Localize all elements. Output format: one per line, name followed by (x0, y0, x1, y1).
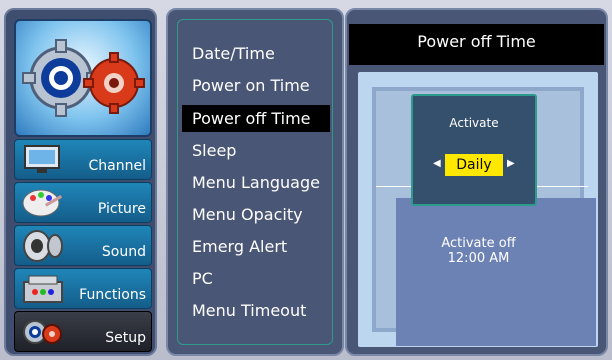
status-line-activate: Activate off (441, 236, 516, 251)
menu-item-menu-opacity[interactable]: Menu Opacity (192, 205, 303, 224)
setup-menu-list: Date/Time Power on Time Power off Time S… (177, 19, 333, 345)
category-list: Channel Picture Sound Functions Setup (14, 139, 152, 354)
menu-item-sleep[interactable]: Sleep (192, 141, 236, 160)
speaker-icon (23, 230, 63, 262)
toolbox-icon (23, 275, 63, 303)
menu-item-power-on-time[interactable]: Power on Time (192, 76, 310, 95)
category-setup[interactable]: Setup (14, 311, 152, 352)
panel-title: Power off Time (349, 24, 604, 65)
gears-icon (23, 320, 62, 344)
category-panel: Channel Picture Sound Functions Setup (4, 8, 157, 356)
menu-item-power-off-time[interactable]: Power off Time (182, 105, 330, 132)
category-picture[interactable]: Picture (14, 182, 152, 223)
activate-label: Activate (449, 116, 499, 130)
category-label: Channel (88, 158, 146, 174)
status-line-time: 12:00 AM (447, 251, 510, 266)
arrow-right-icon[interactable]: ▶ (507, 158, 515, 169)
menu-item-date-time[interactable]: Date/Time (192, 44, 275, 63)
tv-osd-screen: Channel Picture Sound Functions Setup Da… (0, 0, 612, 360)
activate-popup: Activate ◀ Daily ▶ (411, 94, 537, 206)
setup-hero-image (14, 19, 152, 137)
palette-icon (22, 189, 63, 217)
category-label: Functions (79, 287, 146, 303)
panel-lower-area (396, 198, 596, 346)
activate-selector[interactable]: ◀ Daily ▶ (433, 152, 515, 179)
menu-item-pc[interactable]: PC (192, 269, 213, 288)
arrow-left-icon[interactable]: ◀ (433, 158, 441, 169)
category-sound[interactable]: Sound (14, 225, 152, 266)
category-label: Setup (105, 330, 146, 346)
menu-item-emerg-alert[interactable]: Emerg Alert (192, 237, 287, 256)
tv-icon (24, 145, 60, 173)
activate-status: Activate off 12:00 AM (347, 236, 606, 266)
category-channel[interactable]: Channel (14, 139, 152, 180)
menu-item-menu-language[interactable]: Menu Language (192, 173, 320, 192)
menu-item-menu-timeout[interactable]: Menu Timeout (192, 301, 306, 320)
setup-menu-panel: Date/Time Power on Time Power off Time S… (166, 8, 344, 356)
power-off-time-panel: Power off Time Activate ◀ Daily ▶ Activa… (345, 8, 608, 356)
category-functions[interactable]: Functions (14, 268, 152, 309)
activate-value: Daily (445, 154, 503, 176)
category-label: Picture (97, 201, 146, 217)
gears-icon (22, 39, 145, 117)
category-label: Sound (101, 244, 146, 260)
panel-body: Activate ◀ Daily ▶ (358, 72, 598, 347)
